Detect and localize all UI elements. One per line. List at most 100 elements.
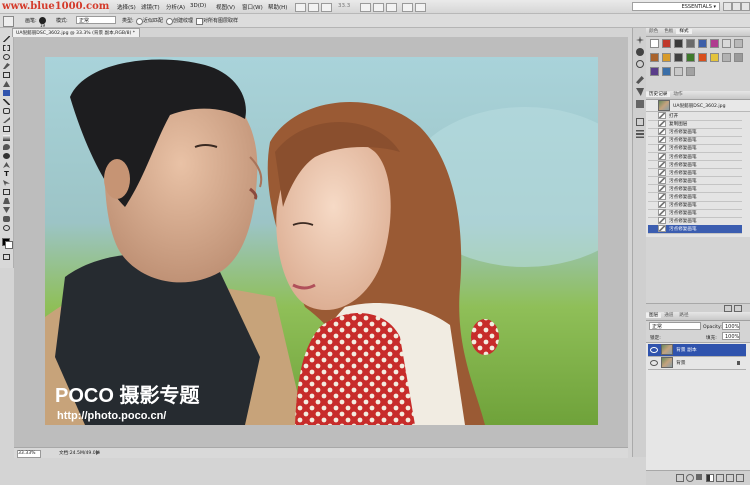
paragraph-icon[interactable] [636, 130, 644, 138]
arrange-documents-icon[interactable] [402, 3, 413, 12]
3d-rotate-tool-icon[interactable] [3, 198, 10, 204]
tab-paths[interactable]: 路径 [676, 313, 691, 318]
eraser-tool-icon[interactable] [3, 126, 10, 132]
guides-icon[interactable] [321, 3, 332, 12]
spot-healing-tool-icon[interactable] [3, 90, 10, 96]
style-swatch[interactable] [734, 39, 743, 48]
visibility-eye-icon[interactable] [650, 359, 658, 366]
layer-row[interactable]: 背景 [648, 357, 746, 370]
menu-view[interactable]: 视图(V) [216, 3, 235, 11]
tab-swatches[interactable]: 色板 [661, 29, 676, 34]
style-swatch[interactable] [698, 39, 707, 48]
style-swatch[interactable] [662, 39, 671, 48]
sample-all-checkbox[interactable] [196, 18, 203, 25]
zoom-tool-icon[interactable] [3, 225, 10, 231]
style-swatch[interactable] [662, 67, 671, 76]
tab-history[interactable]: 历史记录 [646, 92, 671, 97]
hand-tool-icon[interactable] [3, 216, 10, 222]
document-tab[interactable]: UA倪懿丽DSC_3602.jpg @ 33.3% (背景 副本,RGB/8) … [12, 28, 140, 37]
menu-window[interactable]: 窗口(W) [242, 3, 263, 11]
photo-canvas[interactable]: POCO 摄影专题 http://photo.poco.cn/ [45, 57, 598, 425]
pen-tool-icon[interactable] [3, 162, 10, 168]
quick-mask-icon[interactable] [3, 254, 10, 260]
fill-input[interactable]: 100% [722, 332, 740, 340]
clone-stamp-tool-icon[interactable] [3, 108, 10, 114]
create-texture-radio[interactable] [166, 18, 173, 25]
marquee-tool-icon[interactable] [3, 45, 10, 51]
screen-mode-icon[interactable] [415, 3, 426, 12]
blur-tool-icon[interactable] [3, 144, 10, 150]
style-swatch[interactable] [650, 39, 659, 48]
style-swatch[interactable] [662, 53, 671, 62]
background-color-swatch[interactable] [5, 241, 13, 249]
proximity-match-radio[interactable] [136, 18, 143, 25]
minibridge-icon[interactable] [308, 3, 319, 12]
gradient-tool-icon[interactable] [3, 135, 10, 141]
type-tool-icon[interactable]: T [3, 171, 10, 178]
tab-layers[interactable]: 图层 [646, 313, 662, 318]
menu-3d[interactable]: 3D(D) [190, 3, 206, 9]
style-swatch[interactable] [674, 39, 683, 48]
style-swatch[interactable] [698, 53, 707, 62]
shape-tool-icon[interactable] [3, 189, 10, 195]
zoom-level[interactable]: 33.3 [338, 3, 350, 9]
style-swatch[interactable] [686, 67, 695, 76]
character-icon[interactable] [636, 118, 644, 126]
tab-color[interactable]: 颜色 [646, 29, 661, 34]
style-swatch[interactable] [734, 53, 743, 62]
rotate-view-icon[interactable] [386, 3, 397, 12]
path-select-tool-icon[interactable] [3, 180, 10, 186]
minimize-icon[interactable] [723, 2, 732, 11]
delete-history-icon[interactable] [734, 305, 742, 312]
menu-analysis[interactable]: 分析(A) [166, 3, 185, 11]
layer-mask-icon[interactable] [696, 474, 702, 480]
style-swatch[interactable] [710, 39, 719, 48]
style-swatch[interactable] [674, 53, 683, 62]
restore-icon[interactable] [732, 2, 741, 11]
menu-help[interactable]: 帮助(H) [268, 3, 287, 11]
bridge-icon[interactable] [295, 3, 306, 12]
style-swatch[interactable] [650, 53, 659, 62]
dodge-tool-icon[interactable] [3, 153, 10, 159]
lasso-tool-icon[interactable] [3, 54, 10, 60]
layer-style-icon[interactable] [686, 474, 694, 482]
zoom-icon[interactable] [373, 3, 384, 12]
brush-tool-icon[interactable] [3, 99, 10, 105]
move-tool-icon[interactable] [3, 36, 10, 42]
menu-filter[interactable]: 滤镜(T) [141, 3, 160, 11]
delete-layer-icon[interactable] [736, 474, 744, 482]
style-swatch[interactable] [686, 39, 695, 48]
opacity-input[interactable]: 100% [722, 322, 740, 330]
history-item[interactable]: 污点修复画笔 [648, 225, 742, 234]
adjustments-icon[interactable] [636, 48, 644, 56]
clone-source-icon[interactable] [636, 100, 644, 108]
new-layer-icon[interactable] [726, 474, 734, 482]
tab-styles[interactable]: 样式 [676, 29, 692, 34]
mode-select[interactable]: 正常 [76, 16, 116, 24]
info-icon[interactable] [636, 60, 644, 68]
new-group-icon[interactable] [716, 474, 724, 482]
blend-mode-select[interactable]: 正常 [649, 322, 701, 330]
new-snapshot-icon[interactable] [724, 305, 732, 312]
tab-actions[interactable]: 动作 [670, 92, 685, 97]
healing-brush-tool-icon[interactable] [3, 16, 14, 27]
layer-row[interactable]: 背景 副本 [648, 344, 746, 357]
close-icon[interactable] [741, 2, 750, 11]
hand-icon[interactable] [360, 3, 371, 12]
style-swatch[interactable] [722, 53, 731, 62]
menu-select[interactable]: 选择(S) [117, 3, 136, 11]
brush-presets-icon[interactable] [636, 76, 644, 84]
style-swatch[interactable] [686, 53, 695, 62]
3d-orbit-tool-icon[interactable] [3, 207, 10, 213]
quick-select-tool-icon[interactable] [3, 63, 10, 69]
visibility-eye-icon[interactable] [650, 346, 658, 353]
tab-channels[interactable]: 通道 [661, 313, 676, 318]
eyedropper-tool-icon[interactable] [3, 81, 10, 87]
history-snapshot[interactable]: UA倪懿丽DSC_3602.jpg [646, 100, 750, 112]
style-swatch[interactable] [722, 39, 731, 48]
navigator-icon[interactable] [636, 36, 644, 44]
crop-tool-icon[interactable] [3, 72, 10, 78]
history-brush-tool-icon[interactable] [3, 117, 10, 123]
workspace-switcher[interactable]: ESSENTIALS ▾ [632, 2, 720, 11]
style-swatch[interactable] [650, 67, 659, 76]
